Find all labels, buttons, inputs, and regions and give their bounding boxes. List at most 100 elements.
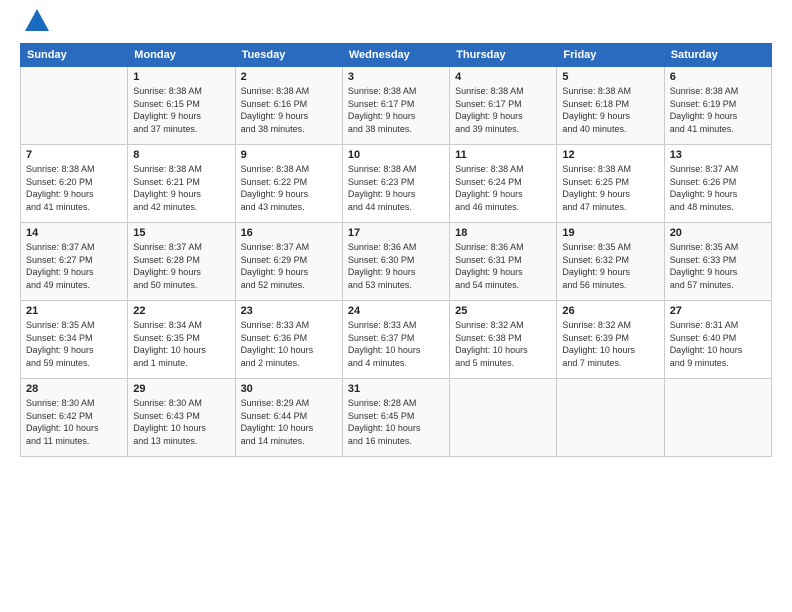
day-number: 11 (455, 149, 551, 161)
day-number: 16 (241, 227, 337, 239)
cell-w1-d4: 3 Sunrise: 8:38 AMSunset: 6:17 PMDaylight… (342, 67, 449, 145)
day-detail: Sunrise: 8:38 AMSunset: 6:20 PMDaylight:… (26, 163, 122, 213)
cell-w2-d4: 10 Sunrise: 8:38 AMSunset: 6:23 PMDayligh… (342, 145, 449, 223)
day-detail: Sunrise: 8:37 AMSunset: 6:29 PMDaylight:… (241, 241, 337, 291)
cell-w1-d2: 1 Sunrise: 8:38 AMSunset: 6:15 PMDaylight… (128, 67, 235, 145)
col-header-thursday: Thursday (450, 44, 557, 67)
day-number: 24 (348, 305, 444, 317)
day-number: 31 (348, 383, 444, 395)
cell-w1-d3: 2Sunrise: 8:38 AMSunset: 6:16 PMDaylight… (235, 67, 342, 145)
day-number: 26 (562, 305, 658, 317)
week-row-1: 1 Sunrise: 8:38 AMSunset: 6:15 PMDaylight… (21, 67, 772, 145)
day-detail: Sunrise: 8:38 AMSunset: 6:18 PMDaylight:… (562, 85, 658, 135)
page: SundayMondayTuesdayWednesdayThursdayFrid… (0, 0, 792, 612)
col-header-friday: Friday (557, 44, 664, 67)
cell-w3-d4: 17 Sunrise: 8:36 AMSunset: 6:30 PMDayligh… (342, 223, 449, 301)
day-detail: Sunrise: 8:35 AMSunset: 6:32 PMDaylight:… (562, 241, 658, 291)
day-detail: Sunrise: 8:38 AMSunset: 6:24 PMDaylight:… (455, 163, 551, 213)
cell-w2-d6: 12 Sunrise: 8:38 AMSunset: 6:25 PMDayligh… (557, 145, 664, 223)
day-number: 29 (133, 383, 229, 395)
day-detail: Sunrise: 8:37 AMSunset: 6:28 PMDaylight:… (133, 241, 229, 291)
cell-w1-d7: 6Sunrise: 8:38 AMSunset: 6:19 PMDaylight… (664, 67, 771, 145)
day-detail: Sunrise: 8:29 AMSunset: 6:44 PMDaylight:… (241, 397, 337, 447)
col-header-saturday: Saturday (664, 44, 771, 67)
day-detail: Sunrise: 8:36 AMSunset: 6:30 PMDaylight:… (348, 241, 444, 291)
col-header-monday: Monday (128, 44, 235, 67)
cell-w4-d1: 21 Sunrise: 8:35 AMSunset: 6:34 PMDayligh… (21, 301, 128, 379)
cell-w4-d2: 22 Sunrise: 8:34 AMSunset: 6:35 PMDayligh… (128, 301, 235, 379)
col-header-tuesday: Tuesday (235, 44, 342, 67)
day-detail: Sunrise: 8:38 AMSunset: 6:21 PMDaylight:… (133, 163, 229, 213)
cell-w3-d6: 19 Sunrise: 8:35 AMSunset: 6:32 PMDayligh… (557, 223, 664, 301)
week-row-5: 28 Sunrise: 8:30 AMSunset: 6:42 PMDayligh… (21, 379, 772, 457)
day-detail: Sunrise: 8:31 AMSunset: 6:40 PMDaylight:… (670, 319, 766, 369)
col-header-wednesday: Wednesday (342, 44, 449, 67)
day-number: 14 (26, 227, 122, 239)
day-number: 9 (241, 149, 337, 161)
cell-w5-d5 (450, 379, 557, 457)
day-detail: Sunrise: 8:32 AMSunset: 6:39 PMDaylight:… (562, 319, 658, 369)
day-detail: Sunrise: 8:34 AMSunset: 6:35 PMDaylight:… (133, 319, 229, 369)
cell-w1-d1 (21, 67, 128, 145)
cell-w5-d2: 29 Sunrise: 8:30 AMSunset: 6:43 PMDayligh… (128, 379, 235, 457)
day-detail: Sunrise: 8:30 AMSunset: 6:43 PMDaylight:… (133, 397, 229, 447)
day-number: 18 (455, 227, 551, 239)
header-row: SundayMondayTuesdayWednesdayThursdayFrid… (21, 44, 772, 67)
day-detail: Sunrise: 8:35 AMSunset: 6:33 PMDaylight:… (670, 241, 766, 291)
cell-w4-d6: 26 Sunrise: 8:32 AMSunset: 6:39 PMDayligh… (557, 301, 664, 379)
day-number: 10 (348, 149, 444, 161)
day-number: 8 (133, 149, 229, 161)
day-detail: Sunrise: 8:38 AMSunset: 6:25 PMDaylight:… (562, 163, 658, 213)
day-number: 1 (133, 71, 229, 83)
cell-w2-d2: 8 Sunrise: 8:38 AMSunset: 6:21 PMDaylight… (128, 145, 235, 223)
day-detail: Sunrise: 8:30 AMSunset: 6:42 PMDaylight:… (26, 397, 122, 447)
cell-w4-d4: 24 Sunrise: 8:33 AMSunset: 6:37 PMDayligh… (342, 301, 449, 379)
calendar-table: SundayMondayTuesdayWednesdayThursdayFrid… (20, 43, 772, 457)
cell-w2-d1: 7 Sunrise: 8:38 AMSunset: 6:20 PMDaylight… (21, 145, 128, 223)
day-number: 5 (562, 71, 658, 83)
day-detail: Sunrise: 8:33 AMSunset: 6:36 PMDaylight:… (241, 319, 337, 369)
day-number: 4 (455, 71, 551, 83)
cell-w3-d5: 18 Sunrise: 8:36 AMSunset: 6:31 PMDayligh… (450, 223, 557, 301)
cell-w2-d7: 13Sunrise: 8:37 AMSunset: 6:26 PMDayligh… (664, 145, 771, 223)
cell-w5-d7 (664, 379, 771, 457)
cell-w3-d3: 16 Sunrise: 8:37 AMSunset: 6:29 PMDayligh… (235, 223, 342, 301)
cell-w2-d5: 11 Sunrise: 8:38 AMSunset: 6:24 PMDayligh… (450, 145, 557, 223)
day-detail: Sunrise: 8:38 AMSunset: 6:23 PMDaylight:… (348, 163, 444, 213)
day-number: 19 (562, 227, 658, 239)
day-number: 21 (26, 305, 122, 317)
day-detail: Sunrise: 8:35 AMSunset: 6:34 PMDaylight:… (26, 319, 122, 369)
cell-w1-d5: 4 Sunrise: 8:38 AMSunset: 6:17 PMDaylight… (450, 67, 557, 145)
day-number: 15 (133, 227, 229, 239)
cell-w4-d3: 23 Sunrise: 8:33 AMSunset: 6:36 PMDayligh… (235, 301, 342, 379)
day-number: 12 (562, 149, 658, 161)
day-detail: Sunrise: 8:38 AMSunset: 6:15 PMDaylight:… (133, 85, 229, 135)
cell-w2-d3: 9 Sunrise: 8:38 AMSunset: 6:22 PMDaylight… (235, 145, 342, 223)
cell-w3-d1: 14Sunrise: 8:37 AMSunset: 6:27 PMDayligh… (21, 223, 128, 301)
week-row-4: 21 Sunrise: 8:35 AMSunset: 6:34 PMDayligh… (21, 301, 772, 379)
day-number: 28 (26, 383, 122, 395)
header (20, 15, 772, 35)
day-detail: Sunrise: 8:38 AMSunset: 6:17 PMDaylight:… (455, 85, 551, 135)
day-number: 20 (670, 227, 766, 239)
day-detail: Sunrise: 8:36 AMSunset: 6:31 PMDaylight:… (455, 241, 551, 291)
day-detail: Sunrise: 8:32 AMSunset: 6:38 PMDaylight:… (455, 319, 551, 369)
day-detail: Sunrise: 8:38 AMSunset: 6:22 PMDaylight:… (241, 163, 337, 213)
cell-w3-d7: 20 Sunrise: 8:35 AMSunset: 6:33 PMDayligh… (664, 223, 771, 301)
week-row-2: 7 Sunrise: 8:38 AMSunset: 6:20 PMDaylight… (21, 145, 772, 223)
day-number: 6 (670, 71, 766, 83)
day-number: 7 (26, 149, 122, 161)
cell-w4-d7: 27 Sunrise: 8:31 AMSunset: 6:40 PMDayligh… (664, 301, 771, 379)
day-number: 23 (241, 305, 337, 317)
day-number: 25 (455, 305, 551, 317)
day-detail: Sunrise: 8:38 AMSunset: 6:16 PMDaylight:… (241, 85, 337, 135)
day-number: 22 (133, 305, 229, 317)
day-number: 3 (348, 71, 444, 83)
day-number: 17 (348, 227, 444, 239)
day-number: 27 (670, 305, 766, 317)
cell-w1-d6: 5 Sunrise: 8:38 AMSunset: 6:18 PMDaylight… (557, 67, 664, 145)
day-detail: Sunrise: 8:38 AMSunset: 6:17 PMDaylight:… (348, 85, 444, 135)
day-detail: Sunrise: 8:33 AMSunset: 6:37 PMDaylight:… (348, 319, 444, 369)
day-number: 13 (670, 149, 766, 161)
cell-w3-d2: 15 Sunrise: 8:37 AMSunset: 6:28 PMDayligh… (128, 223, 235, 301)
